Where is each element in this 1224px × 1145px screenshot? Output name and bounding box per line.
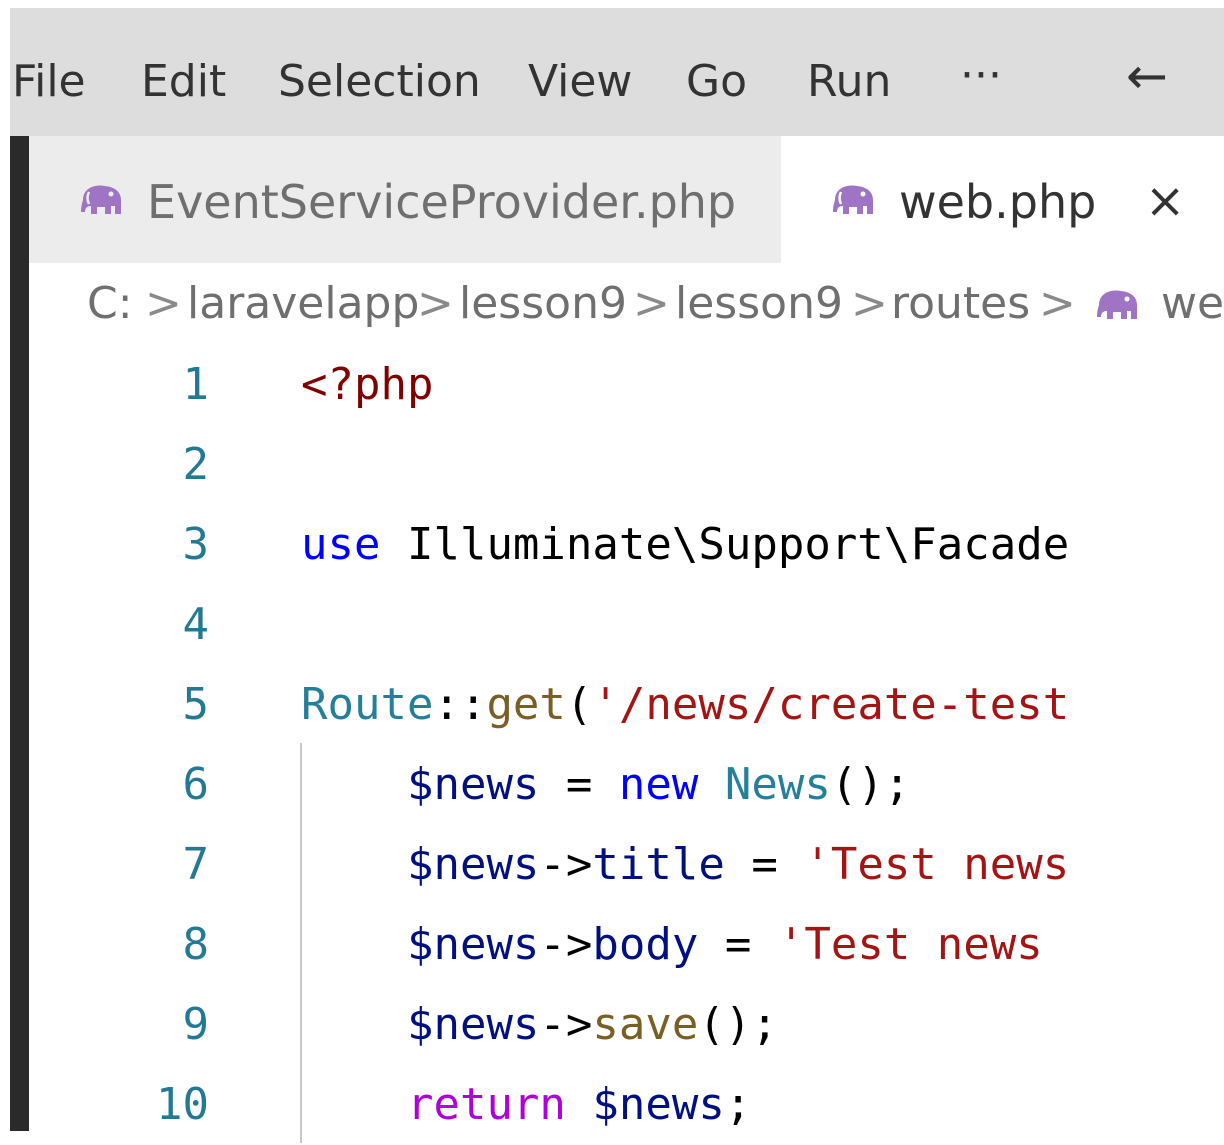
code-token: body xyxy=(592,919,699,970)
code-token: $news xyxy=(406,999,540,1050)
back-arrow-icon[interactable]: ← xyxy=(1126,48,1168,104)
tab-label: web.php xyxy=(899,175,1097,229)
code-token: News xyxy=(724,759,831,810)
code-token: use xyxy=(301,519,381,570)
line-number: 8 xyxy=(182,919,210,970)
breadcrumb-laravelapp[interactable]: laravelapp xyxy=(187,277,419,331)
chevron-right-icon: > xyxy=(145,278,182,329)
code-token: ; xyxy=(724,1079,752,1130)
line-number: 6 xyxy=(182,759,210,810)
code-token: = xyxy=(724,839,805,890)
code-line[interactable]: $news->body = 'Test news xyxy=(301,905,1069,985)
php-elephant-icon xyxy=(1097,290,1137,319)
chevron-right-icon: > xyxy=(851,278,888,329)
code-token: return xyxy=(406,1079,566,1130)
chevron-right-icon: > xyxy=(417,278,454,329)
breadcrumb-lesson9[interactable]: lesson9 xyxy=(675,277,843,331)
code-token: 'Test news xyxy=(777,919,1070,970)
code-token: get xyxy=(486,679,566,730)
code-token: new xyxy=(618,759,699,810)
code-token: <?php xyxy=(301,359,434,410)
breadcrumb: C: > laravelapp > lesson9 > lesson9 > ro… xyxy=(29,263,1224,345)
menu-edit[interactable]: Edit xyxy=(141,54,226,110)
code-token: 'Test news xyxy=(804,839,1070,890)
line-number: 1 xyxy=(182,359,210,410)
breadcrumb-drive[interactable]: C: xyxy=(87,277,133,331)
window-edge xyxy=(10,136,29,1131)
code-line[interactable]: $news->save(); xyxy=(301,985,778,1065)
tab-label: EventServiceProvider.php xyxy=(147,175,737,229)
line-number: 10 xyxy=(156,1079,209,1130)
menu-file[interactable]: File xyxy=(12,54,86,110)
tab-eventserviceprovider[interactable]: EventServiceProvider.php xyxy=(29,136,781,263)
code-token: -> xyxy=(539,919,593,970)
line-number: 2 xyxy=(182,439,210,490)
close-icon[interactable]: × xyxy=(1145,176,1185,226)
code-token: $news xyxy=(406,759,540,810)
breadcrumb-routes[interactable]: routes xyxy=(891,277,1030,331)
line-number: 5 xyxy=(182,679,210,730)
code-token: Route xyxy=(301,679,434,730)
code-line[interactable]: use Illuminate\Support\Facade xyxy=(301,505,1069,585)
code-token: $news xyxy=(406,919,540,970)
php-elephant-icon xyxy=(81,185,121,214)
line-number: 4 xyxy=(182,599,210,650)
code-token: :: xyxy=(433,679,487,730)
code-line[interactable]: return $news; xyxy=(301,1065,751,1145)
code-token: = xyxy=(539,759,619,810)
code-token: -> xyxy=(539,839,593,890)
menu-go[interactable]: Go xyxy=(686,54,747,110)
line-number: 7 xyxy=(182,839,210,890)
indent-guide xyxy=(300,743,302,1143)
menu-view[interactable]: View xyxy=(528,54,632,110)
code-line[interactable]: $news = new News(); xyxy=(301,745,910,825)
breadcrumb-file[interactable]: we xyxy=(1161,277,1224,331)
tab-web-php[interactable]: web.php × xyxy=(781,136,1224,263)
php-elephant-icon xyxy=(833,185,873,214)
code-token: (); xyxy=(830,759,911,810)
code-token: '/news/create-test xyxy=(592,679,1070,730)
code-token: ( xyxy=(565,679,593,730)
code-token: (); xyxy=(698,999,778,1050)
chevron-right-icon: > xyxy=(633,278,670,329)
code-line[interactable]: $news->title = 'Test news xyxy=(301,825,1069,905)
menu-bar: File Edit Selection View Go Run ··· ← xyxy=(10,8,1224,136)
code-line[interactable]: <?php xyxy=(301,345,433,425)
chevron-right-icon: > xyxy=(1039,278,1076,329)
code-token: title xyxy=(592,839,725,890)
code-token: -> xyxy=(539,999,593,1050)
code-editor[interactable]: 1 2 3 4 5 6 7 8 9 10 <?php use Illuminate\Support\… xyxy=(29,345,1224,1143)
code-token: $news xyxy=(406,839,540,890)
line-number: 3 xyxy=(182,519,210,570)
code-token: Illuminate\Support\Facade xyxy=(380,519,1070,570)
line-number: 9 xyxy=(182,999,210,1050)
menu-run[interactable]: Run xyxy=(807,54,891,110)
code-line[interactable]: Route::get('/news/create-test xyxy=(301,665,1069,745)
menu-selection[interactable]: Selection xyxy=(278,54,481,110)
code-token: save xyxy=(592,999,699,1050)
code-token: = xyxy=(698,919,778,970)
code-token: $news xyxy=(592,1079,725,1130)
more-menu-icon[interactable]: ··· xyxy=(960,48,1002,104)
tab-bar: EventServiceProvider.php web.php × xyxy=(29,136,1224,263)
breadcrumb-lesson9[interactable]: lesson9 xyxy=(459,277,627,331)
